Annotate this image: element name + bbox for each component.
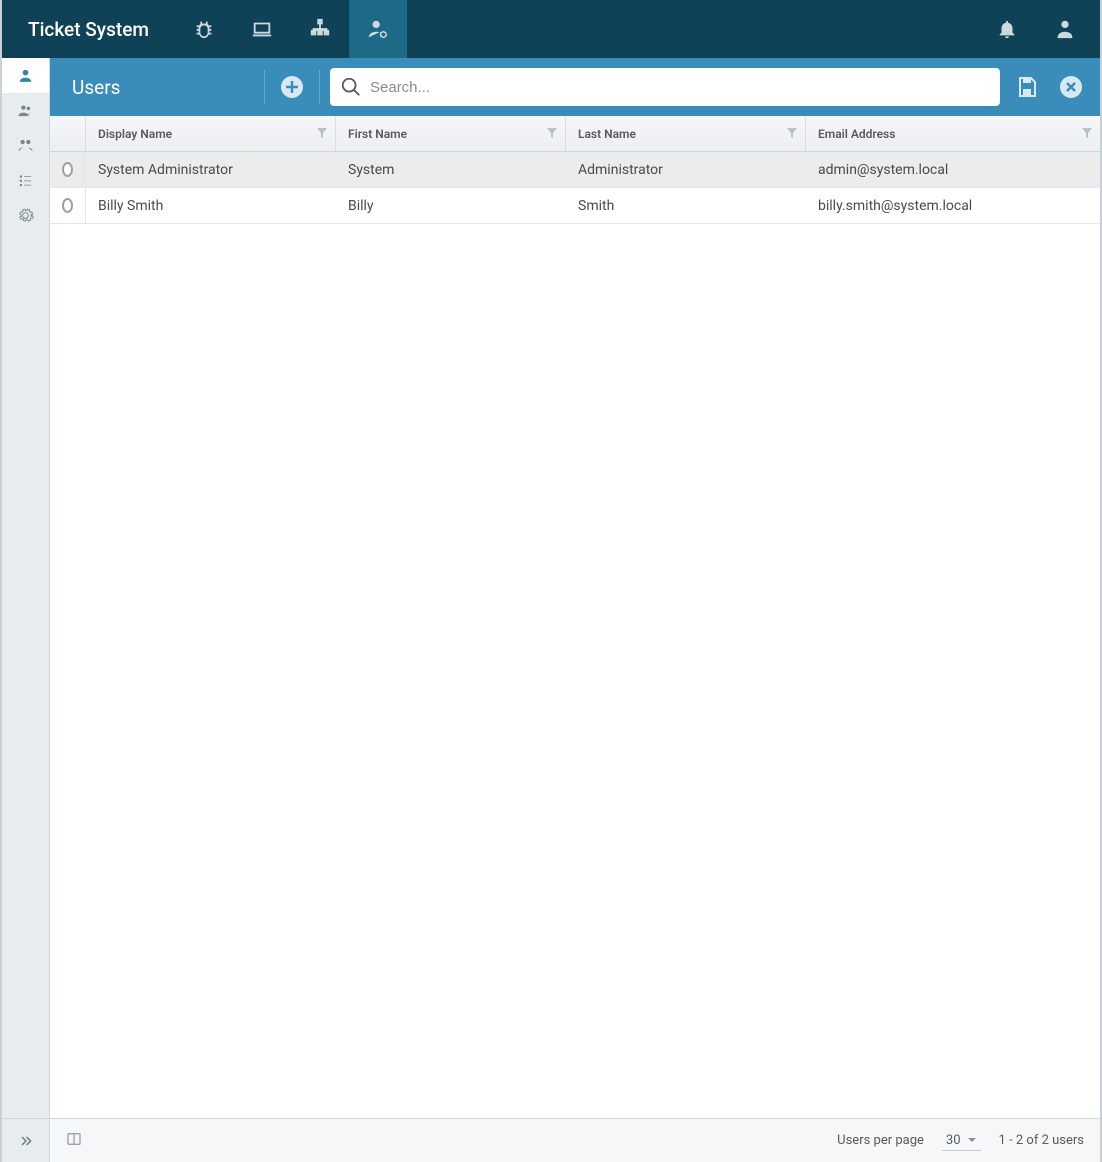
- bell-icon: [996, 18, 1018, 40]
- sidebar-expand-button[interactable]: [2, 1118, 49, 1162]
- column-first-name[interactable]: First Name: [336, 116, 566, 151]
- cell-display-name: Billy Smith: [86, 188, 336, 223]
- cell-first-name: System: [336, 152, 566, 187]
- bug-icon: [193, 18, 215, 40]
- columns-toggle-button[interactable]: [66, 1131, 82, 1151]
- sitemap-icon: [309, 18, 331, 40]
- user-icon: [17, 67, 34, 84]
- column-select: [50, 116, 86, 151]
- column-display-name[interactable]: Display Name: [86, 116, 336, 151]
- cell-last-name: Smith: [566, 188, 806, 223]
- gear-icon: [17, 207, 34, 224]
- column-email[interactable]: Email Address: [806, 116, 1100, 151]
- chevrons-right-icon: [18, 1133, 34, 1149]
- nav-sitemap[interactable]: [291, 0, 349, 58]
- filter-button[interactable]: [1082, 127, 1092, 141]
- account-button[interactable]: [1036, 0, 1094, 58]
- top-nav-right: [978, 0, 1100, 58]
- sidebar-item-users[interactable]: [2, 58, 49, 93]
- filter-icon: [547, 128, 557, 138]
- table-row[interactable]: Billy Smith Billy Smith billy.smith@syst…: [50, 188, 1100, 224]
- nav-bugs[interactable]: [175, 0, 233, 58]
- filter-icon: [787, 128, 797, 138]
- pagination-range: 1 - 2 of 2 users: [999, 1133, 1084, 1148]
- columns-icon: [66, 1131, 82, 1147]
- sidebar: [2, 58, 50, 1162]
- save-button[interactable]: [1010, 70, 1044, 104]
- sidebar-item-settings[interactable]: [2, 198, 49, 233]
- cell-email: billy.smith@system.local: [806, 188, 1100, 223]
- column-label: Display Name: [98, 127, 172, 141]
- user-menu-icon: [1054, 18, 1076, 40]
- sidebar-item-groups[interactable]: [2, 93, 49, 128]
- main: Users Display Name: [50, 58, 1100, 1162]
- per-page-value: 30: [946, 1133, 961, 1148]
- top-nav-items: [175, 0, 407, 58]
- roles-icon: [17, 137, 34, 154]
- filter-button[interactable]: [547, 127, 557, 141]
- brand-title: Ticket System: [2, 18, 175, 41]
- per-page-select[interactable]: 30: [942, 1131, 981, 1151]
- body: Users Display Name: [2, 58, 1100, 1162]
- table-footer: Users per page 30 1 - 2 of 2 users: [50, 1118, 1100, 1162]
- table-body: System Administrator System Administrato…: [50, 152, 1100, 1118]
- plus-circle-icon: [280, 75, 304, 99]
- search-box[interactable]: [330, 68, 1000, 106]
- nav-devices[interactable]: [233, 0, 291, 58]
- add-button[interactable]: [275, 70, 309, 104]
- checklist-icon: [17, 172, 34, 189]
- filter-button[interactable]: [317, 127, 327, 141]
- search-icon: [340, 76, 362, 98]
- page-title: Users: [72, 76, 242, 99]
- top-nav: Ticket System: [2, 0, 1100, 58]
- chevron-down-icon: [967, 1135, 977, 1145]
- column-label: Email Address: [818, 127, 895, 141]
- cell-first-name: Billy: [336, 188, 566, 223]
- notifications-button[interactable]: [978, 0, 1036, 58]
- row-select-radio[interactable]: [62, 198, 73, 213]
- cell-display-name: System Administrator: [86, 152, 336, 187]
- sidebar-item-roles[interactable]: [2, 128, 49, 163]
- divider: [264, 70, 265, 104]
- search-input[interactable]: [370, 79, 990, 96]
- toolbar: Users: [50, 58, 1100, 116]
- save-icon: [1015, 75, 1039, 99]
- cell-last-name: Administrator: [566, 152, 806, 187]
- per-page-label: Users per page: [837, 1133, 924, 1148]
- column-label: Last Name: [578, 127, 636, 141]
- table-header: Display Name First Name Last Name Email …: [50, 116, 1100, 152]
- laptop-icon: [251, 18, 273, 40]
- column-last-name[interactable]: Last Name: [566, 116, 806, 151]
- table-row[interactable]: System Administrator System Administrato…: [50, 152, 1100, 188]
- close-button[interactable]: [1054, 70, 1088, 104]
- user-settings-icon: [367, 18, 389, 40]
- filter-icon: [317, 128, 327, 138]
- filter-icon: [1082, 128, 1092, 138]
- close-circle-icon: [1059, 75, 1083, 99]
- nav-user-admin[interactable]: [349, 0, 407, 58]
- sidebar-item-checklist[interactable]: [2, 163, 49, 198]
- filter-button[interactable]: [787, 127, 797, 141]
- users-icon: [17, 102, 34, 119]
- cell-email: admin@system.local: [806, 152, 1100, 187]
- divider: [319, 70, 320, 104]
- row-select-radio[interactable]: [62, 162, 73, 177]
- column-label: First Name: [348, 127, 407, 141]
